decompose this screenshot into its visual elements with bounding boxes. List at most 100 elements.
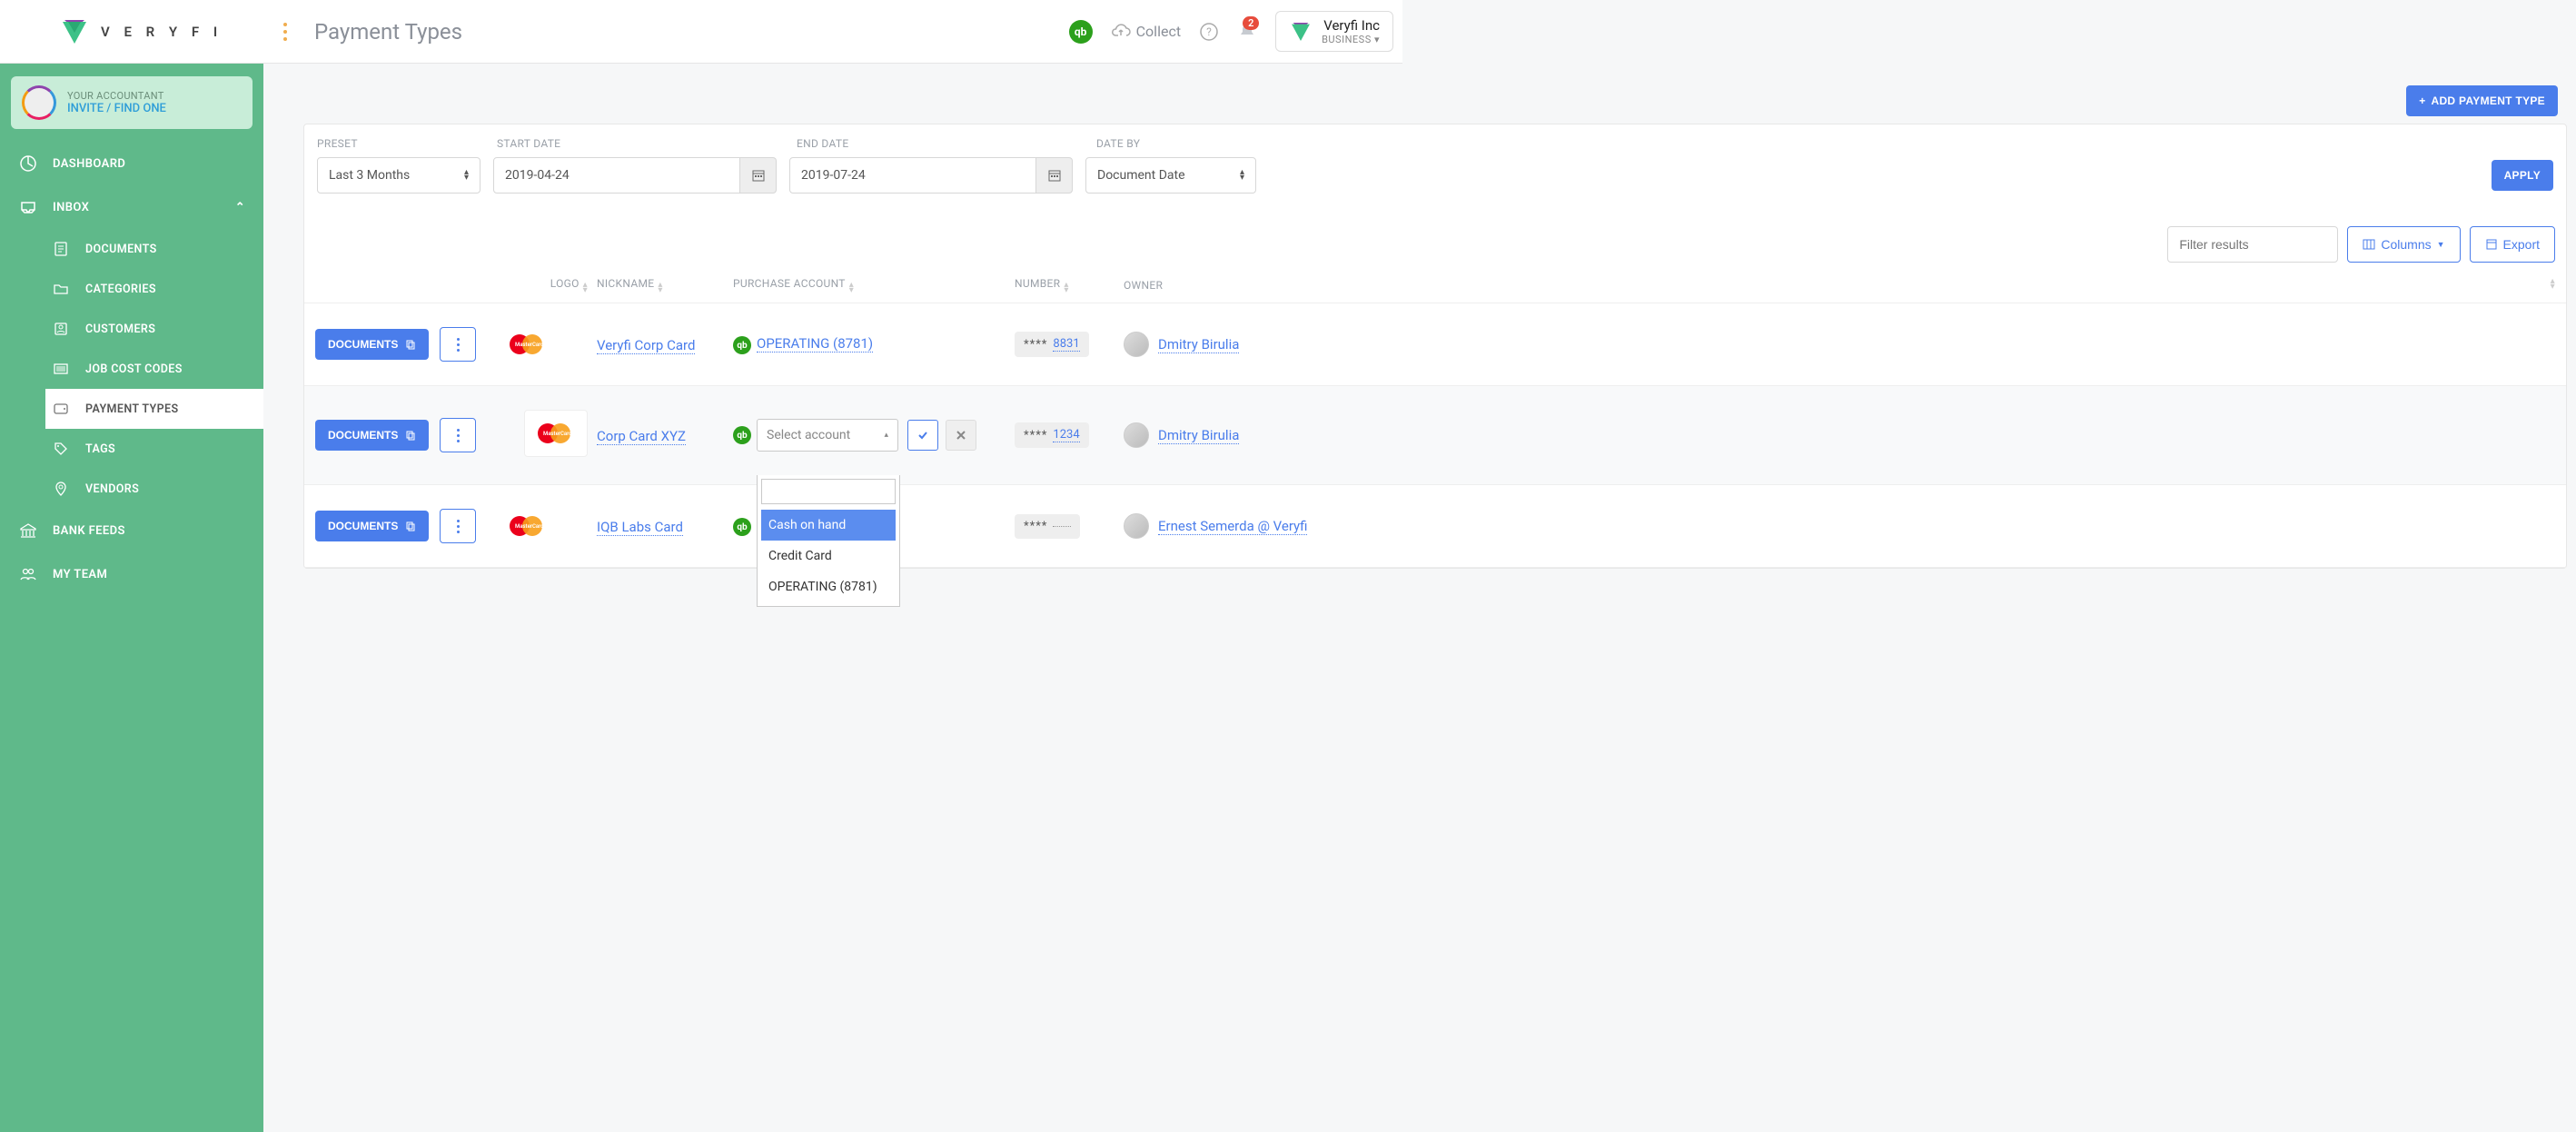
preset-value: Last 3 Months — [329, 168, 410, 183]
bank-icon — [18, 521, 38, 540]
apply-button[interactable]: APPLY — [2492, 160, 2553, 191]
date-by-select[interactable]: Document Date ▴▾ — [1085, 157, 1256, 194]
app-menu-kebab-icon[interactable] — [272, 23, 298, 41]
topbar: V E R Y F I Payment Types qb Collect ? 2… — [0, 0, 1402, 64]
sort-icon[interactable]: ▴▾ — [1064, 283, 1068, 293]
close-icon — [956, 430, 966, 441]
col-owner[interactable]: OWNER — [1124, 279, 1163, 292]
dropdown-option[interactable]: Credit Card — [761, 541, 896, 571]
sidebar-item-documents[interactable]: DOCUMENTS — [45, 229, 263, 269]
accountant-avatar-icon — [22, 85, 56, 120]
owner-link[interactable]: Dmitry Birulia — [1158, 336, 1239, 353]
col-nickname[interactable]: NICKNAME — [597, 277, 654, 290]
owner-avatar-icon — [1124, 513, 1149, 539]
accountant-invite-link[interactable]: INVITE / FIND ONE — [67, 102, 166, 115]
confirm-button[interactable] — [907, 420, 938, 451]
filter-results-input[interactable] — [2167, 226, 2338, 263]
select-caret-icon: ▴▾ — [464, 170, 469, 181]
qb-icon: qb — [733, 426, 751, 444]
table-toolbar: Columns ▼ Export — [304, 212, 2566, 272]
tag-icon — [51, 441, 71, 457]
documents-button[interactable]: DOCUMENTS — [315, 511, 429, 541]
table-header: LOGO▴▾ NICKNAME▴▾ PURCHASE ACCOUNT▴▾ NUM… — [304, 272, 2566, 303]
start-date-group: 2019-04-24 — [493, 157, 777, 194]
calendar-icon[interactable] — [1036, 157, 1073, 194]
sort-icon[interactable]: ▴▾ — [658, 283, 662, 293]
nickname-link[interactable]: Veryfi Corp Card — [597, 337, 695, 354]
owner-link[interactable]: Dmitry Birulia — [1158, 427, 1239, 444]
accountant-card[interactable]: YOUR ACCOUNTANT INVITE / FIND ONE — [11, 76, 253, 129]
sidebar-item-job-cost-codes[interactable]: JOB COST CODES — [45, 349, 263, 389]
end-date-label: END DATE — [797, 137, 1087, 150]
dropdown-option[interactable]: OPERATING (8781) — [761, 571, 896, 602]
brand-logo[interactable]: V E R Y F I — [9, 16, 272, 47]
calendar-icon[interactable] — [740, 157, 777, 194]
sidebar-item-label: INBOX — [53, 201, 89, 214]
copy-icon — [405, 521, 416, 531]
table-row: DOCUMENTS MasterCard Veryfi Corp Card qb… — [304, 303, 2566, 386]
filter-bar: PRESET START DATE END DATE DATE BY Last … — [304, 124, 2566, 212]
account-logo-icon — [1289, 20, 1313, 44]
sidebar-item-payment-types[interactable]: PAYMENT TYPES — [45, 389, 263, 429]
row-menu-button[interactable] — [440, 509, 476, 543]
cancel-button[interactable] — [946, 420, 976, 451]
nickname-link[interactable]: Corp Card XYZ — [597, 428, 686, 445]
col-purchase-account[interactable]: PURCHASE ACCOUNT — [733, 277, 846, 290]
collect-label: Collect — [1136, 23, 1181, 40]
purchase-account-select[interactable]: Select account ▴ — [757, 419, 898, 452]
documents-button[interactable]: DOCUMENTS — [315, 329, 429, 360]
sidebar-item-tags[interactable]: TAGS — [45, 429, 263, 469]
documents-button[interactable]: DOCUMENTS — [315, 420, 429, 451]
col-number[interactable]: NUMBER — [1015, 277, 1060, 290]
row-menu-button[interactable] — [440, 327, 476, 362]
help-button[interactable]: ? — [1199, 22, 1219, 42]
add-payment-label: ADD PAYMENT TYPE — [2432, 94, 2546, 107]
collect-button[interactable]: Collect — [1111, 23, 1181, 40]
qb-icon: qb — [733, 336, 751, 354]
quickbooks-badge[interactable]: qb — [1069, 20, 1093, 44]
brand-text: V E R Y F I — [101, 24, 223, 40]
sidebar-item-dashboard[interactable]: DASHBOARD — [0, 142, 263, 185]
columns-button[interactable]: Columns ▼ — [2347, 226, 2460, 263]
inbox-icon — [18, 198, 38, 216]
sidebar-item-bank-feeds[interactable]: BANK FEEDS — [0, 509, 263, 552]
sidebar-item-categories[interactable]: CATEGORIES — [45, 269, 263, 309]
card-number-badge[interactable]: **** — [1015, 514, 1080, 539]
sidebar-item-label: CUSTOMERS — [85, 323, 155, 336]
dropdown-search-input[interactable] — [761, 479, 896, 504]
sort-icon[interactable]: ▴▾ — [849, 283, 854, 293]
dashboard-icon — [18, 154, 38, 173]
sidebar-item-my-team[interactable]: MY TEAM — [0, 552, 263, 596]
preset-select[interactable]: Last 3 Months ▴▾ — [317, 157, 481, 194]
account-link[interactable]: OPERATING (8781) — [757, 335, 873, 353]
plus-icon: + — [2419, 94, 2425, 107]
add-payment-type-button[interactable]: + ADD PAYMENT TYPE — [2406, 85, 2558, 116]
check-icon — [916, 429, 929, 442]
dropdown-option[interactable]: Cash on hand — [761, 510, 896, 541]
main-content: + ADD PAYMENT TYPE PRESET START DATE END… — [263, 64, 2576, 1132]
folder-icon — [51, 281, 71, 297]
owner-link[interactable]: Ernest Semerda @ Veryfi — [1158, 518, 1307, 535]
row-menu-button[interactable] — [440, 418, 476, 452]
chevron-down-icon: ▾ — [1374, 34, 1380, 45]
account-switcher[interactable]: Veryfi Inc BUSINESS ▾ — [1275, 11, 1393, 52]
sort-icon[interactable]: ▴▾ — [583, 283, 588, 293]
page-title: Payment Types — [314, 19, 462, 45]
start-date-input[interactable]: 2019-04-24 — [493, 157, 740, 194]
sidebar-item-label: CATEGORIES — [85, 283, 156, 296]
end-date-input[interactable]: 2019-07-24 — [789, 157, 1036, 194]
mastercard-logo-icon: MasterCard — [534, 420, 578, 447]
export-button[interactable]: Export — [2470, 226, 2555, 263]
sidebar-item-inbox[interactable]: INBOX ⌃ — [0, 185, 263, 229]
sidebar-item-customers[interactable]: CUSTOMERS — [45, 309, 263, 349]
date-by-value: Document Date — [1097, 168, 1185, 183]
card-number-badge[interactable]: ****1234 — [1015, 422, 1089, 448]
sort-icon[interactable]: ▴▾ — [2551, 279, 2555, 290]
notifications-button[interactable]: 2 — [1237, 22, 1257, 42]
sidebar-item-label: PAYMENT TYPES — [85, 402, 179, 416]
account-dropdown: Cash on hand Credit Card OPERATING (8781… — [757, 475, 900, 607]
col-logo[interactable]: LOGO — [550, 277, 580, 290]
nickname-link[interactable]: IQB Labs Card — [597, 519, 683, 536]
card-number-badge[interactable]: ****8831 — [1015, 332, 1089, 357]
sidebar-item-vendors[interactable]: VENDORS — [45, 469, 263, 509]
